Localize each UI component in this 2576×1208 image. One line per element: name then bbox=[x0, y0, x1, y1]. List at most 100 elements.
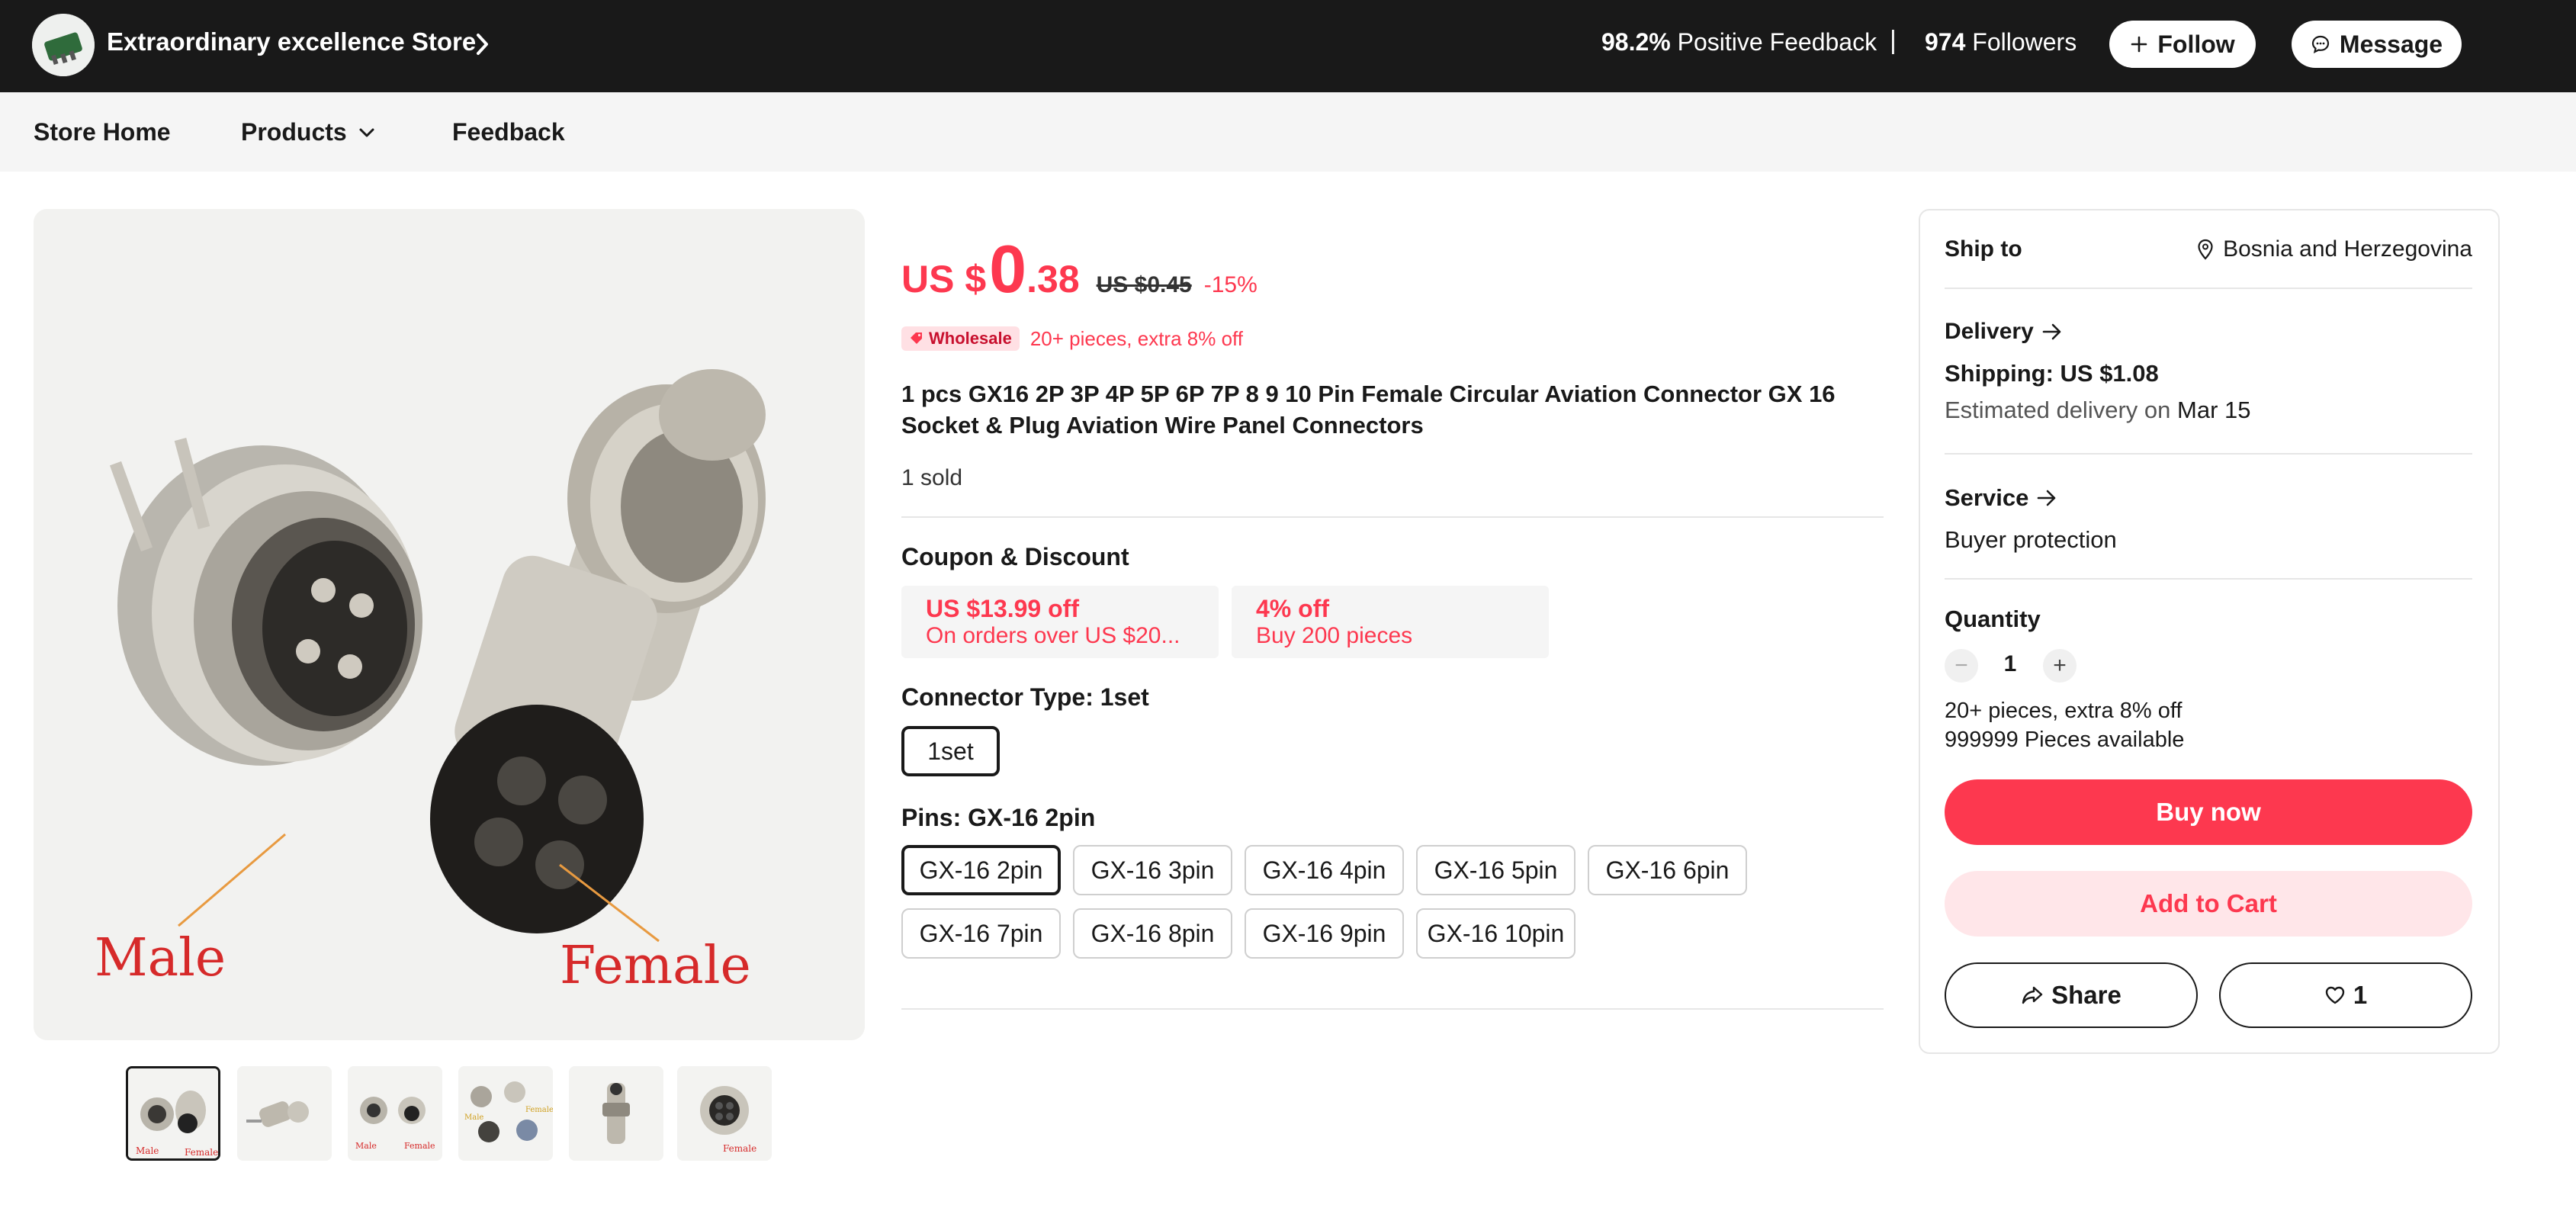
discount-percent: -15% bbox=[1203, 272, 1257, 297]
message-label: Message bbox=[2339, 30, 2443, 58]
thumbnail-1[interactable]: Male Female bbox=[126, 1066, 220, 1161]
positive-feedback-stat: 98.2% Positive Feedback bbox=[1601, 28, 1877, 56]
coupon-card[interactable]: 4% off Buy 200 pieces bbox=[1232, 586, 1549, 658]
connector-type-label: Connector Type: 1set bbox=[901, 683, 1149, 711]
estimated-delivery: Estimated delivery on Mar 15 bbox=[1945, 397, 2250, 424]
pin-option[interactable]: GX-16 8pin bbox=[1073, 908, 1232, 959]
divider bbox=[901, 516, 1884, 518]
feedback-label: Positive Feedback bbox=[1677, 28, 1877, 56]
location-pin-icon bbox=[2198, 239, 2213, 260]
image-label-male: Male bbox=[95, 928, 226, 988]
pin-option[interactable]: GX-16 5pin bbox=[1416, 845, 1575, 895]
svg-text:Female: Female bbox=[525, 1106, 553, 1114]
product-title: 1 pcs GX16 2P 3P 4P 5P 6P 7P 8 9 10 Pin … bbox=[901, 381, 1836, 439]
coupon-title: 4% off bbox=[1256, 595, 1329, 622]
wishlist-count: 1 bbox=[2353, 981, 2368, 1009]
ship-to-value: Bosnia and Herzegovina bbox=[2223, 236, 2472, 262]
store-name-link[interactable]: Extraordinary excellence Store bbox=[107, 27, 476, 56]
heart-icon bbox=[2325, 986, 2345, 1004]
svg-text:Male: Male bbox=[355, 1141, 377, 1151]
chevron-down-icon bbox=[359, 128, 374, 137]
divider bbox=[1945, 453, 2472, 455]
coupon-heading: Coupon & Discount bbox=[901, 543, 1129, 570]
quantity-decrease-button[interactable]: − bbox=[1945, 649, 1978, 683]
stat-separator: | bbox=[1890, 26, 1897, 55]
arrow-right-icon bbox=[2038, 490, 2056, 506]
svg-text:Male: Male bbox=[464, 1113, 483, 1122]
chat-bubble-icon bbox=[2311, 35, 2330, 54]
pieces-available: 999999 Pieces available bbox=[1945, 728, 2185, 752]
est-delivery-date: Mar 15 bbox=[2177, 397, 2251, 423]
store-logo[interactable] bbox=[32, 14, 95, 76]
wholesale-row: Wholesale 20+ pieces, extra 8% off bbox=[901, 326, 1243, 351]
share-label: Share bbox=[2051, 981, 2122, 1009]
price-row: US $ 0 .38 US $0.45 -15% bbox=[901, 230, 1257, 308]
thumbnail-2[interactable] bbox=[237, 1066, 332, 1161]
connector-option-1set[interactable]: 1set bbox=[901, 726, 1000, 776]
pins-option-grid: GX-16 2pin GX-16 3pin GX-16 4pin GX-16 5… bbox=[901, 845, 1893, 959]
store-nav-bar bbox=[0, 92, 2576, 172]
followers-stat: 974 Followers bbox=[1925, 28, 2077, 56]
wholesale-text: 20+ pieces, extra 8% off bbox=[1029, 326, 1244, 350]
quantity-increase-button[interactable]: + bbox=[2043, 649, 2077, 683]
follow-label: Follow bbox=[2157, 30, 2235, 58]
plus-icon bbox=[2131, 36, 2147, 53]
svg-text:Male: Male bbox=[136, 1145, 159, 1156]
price-integer: 0 bbox=[989, 231, 1027, 307]
shipping-cost: Shipping: US $1.08 bbox=[1945, 360, 2159, 387]
add-to-cart-button[interactable]: Add to Cart bbox=[1945, 871, 2472, 937]
delivery-link[interactable]: Delivery bbox=[1945, 319, 2063, 345]
pins-label: Pins: GX-16 2pin bbox=[901, 804, 1096, 831]
wishlist-button[interactable]: 1 bbox=[2219, 962, 2472, 1028]
pin-option[interactable]: GX-16 2pin bbox=[901, 845, 1061, 895]
buyer-protection: Buyer protection bbox=[1945, 526, 2117, 553]
followers-value: 974 bbox=[1925, 28, 1966, 56]
thumbnail-4[interactable]: Male Female bbox=[458, 1066, 553, 1161]
coupon-title: US $13.99 off bbox=[926, 595, 1079, 622]
pin-option[interactable]: GX-16 6pin bbox=[1588, 845, 1747, 895]
thumbnail-6[interactable]: Female bbox=[677, 1066, 772, 1161]
ship-to-selector[interactable]: Bosnia and Herzegovina bbox=[2197, 236, 2472, 262]
thumbnail-3[interactable]: Male Female bbox=[348, 1066, 442, 1161]
pin-option[interactable]: GX-16 10pin bbox=[1416, 908, 1575, 959]
pin-option[interactable]: GX-16 7pin bbox=[901, 908, 1061, 959]
coupon-card[interactable]: US $13.99 off On orders over US $20... bbox=[901, 586, 1219, 658]
arrow-right-icon bbox=[2042, 323, 2061, 340]
divider bbox=[1945, 288, 2472, 289]
pin-option[interactable]: GX-16 4pin bbox=[1245, 845, 1404, 895]
quantity-label: Quantity bbox=[1945, 606, 2041, 632]
sold-count: 1 sold bbox=[901, 465, 963, 490]
follow-button[interactable]: Follow bbox=[2109, 21, 2256, 68]
quantity-value[interactable]: 1 bbox=[1998, 651, 2022, 677]
divider bbox=[1945, 578, 2472, 580]
nav-products[interactable]: Products bbox=[241, 118, 376, 146]
wholesale-badge-label: Wholesale bbox=[929, 329, 1012, 348]
message-button[interactable]: Message bbox=[2292, 21, 2462, 68]
nav-store-home[interactable]: Store Home bbox=[34, 118, 171, 146]
image-label-female: Female bbox=[560, 936, 751, 996]
nav-feedback[interactable]: Feedback bbox=[452, 118, 565, 146]
coupon-subtitle: Buy 200 pieces bbox=[1256, 623, 1413, 648]
service-title: Service bbox=[1945, 484, 2029, 511]
delivery-title: Delivery bbox=[1945, 319, 2034, 344]
pin-option[interactable]: GX-16 3pin bbox=[1073, 845, 1232, 895]
chevron-right-icon[interactable] bbox=[474, 31, 491, 61]
buy-now-button[interactable]: Buy now bbox=[1945, 779, 2472, 845]
thumbnail-5[interactable] bbox=[569, 1066, 663, 1161]
feedback-value: 98.2% bbox=[1601, 28, 1671, 56]
svg-text:Female: Female bbox=[723, 1143, 756, 1154]
share-button[interactable]: Share bbox=[1945, 962, 2198, 1028]
est-delivery-prefix: Estimated delivery on bbox=[1945, 397, 2171, 423]
original-price: US $0.45 bbox=[1096, 272, 1192, 297]
price-currency: US $ bbox=[901, 258, 987, 300]
pin-option[interactable]: GX-16 9pin bbox=[1245, 908, 1404, 959]
tag-icon bbox=[911, 333, 922, 344]
svg-text:Female: Female bbox=[185, 1147, 218, 1158]
svg-text:Female: Female bbox=[404, 1141, 435, 1151]
nav-products-label: Products bbox=[241, 118, 347, 146]
ship-to-label: Ship to bbox=[1945, 236, 2022, 262]
share-icon bbox=[2022, 986, 2043, 1004]
service-link[interactable]: Service bbox=[1945, 484, 2057, 512]
quantity-discount-note: 20+ pieces, extra 8% off bbox=[1945, 699, 2183, 723]
main-product-image[interactable]: Male Female bbox=[34, 209, 865, 1040]
